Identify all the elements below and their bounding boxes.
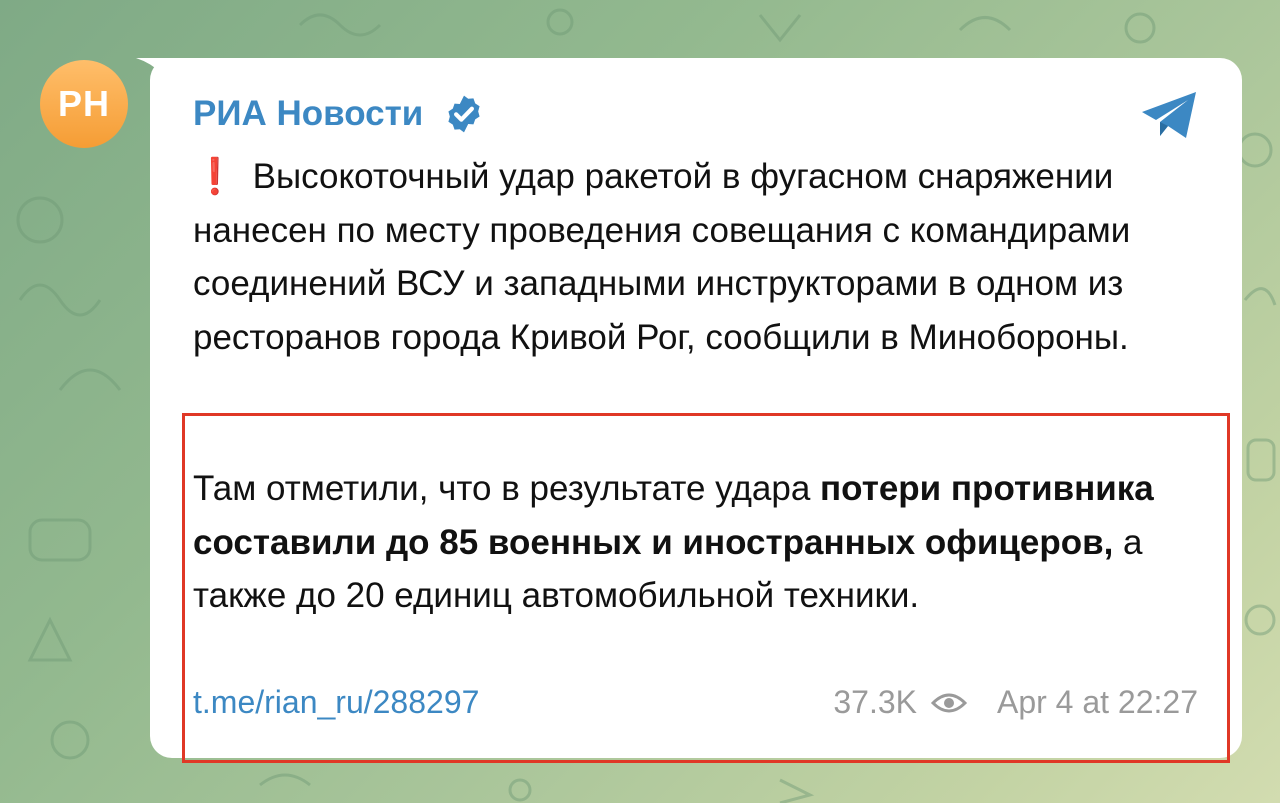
message-meta: 37.3K Apr 4 at 22:27 [833, 684, 1198, 721]
channel-name[interactable]: РИА Новости [193, 94, 423, 134]
verified-badge-icon [448, 95, 480, 133]
exclamation-icon: ❗ [193, 157, 237, 196]
channel-avatar[interactable]: PH [40, 60, 128, 148]
message-paragraph-2: Там отметили, что в результате удара пот… [193, 462, 1203, 623]
eye-icon [930, 693, 967, 712]
paragraph-2-start: Там отметили, что в результате удара [193, 469, 821, 508]
post-timestamp: Apr 4 at 22:27 [996, 684, 1198, 720]
message-paragraph-1: ❗ Высокоточный удар ракетой в фугасном сн… [193, 150, 1203, 364]
message-header: РИА Новости [193, 92, 485, 136]
paragraph-1-text: Высокоточный удар ракетой в фугасном сна… [193, 157, 1131, 357]
view-count: 37.3K [833, 684, 917, 720]
telegram-share-icon[interactable] [1140, 90, 1200, 140]
post-link[interactable]: t.me/rian_ru/288297 [193, 684, 479, 721]
